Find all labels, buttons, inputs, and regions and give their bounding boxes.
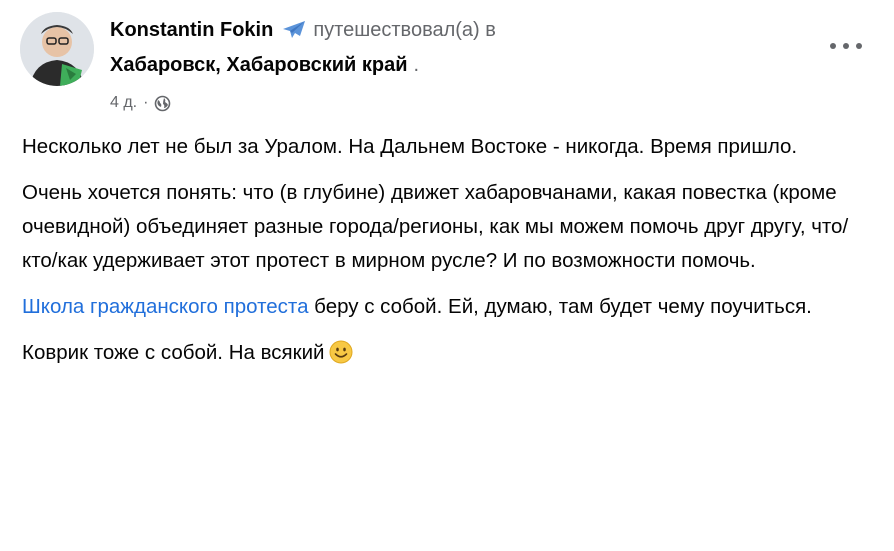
more-options-button[interactable] (826, 34, 866, 58)
airplane-icon (281, 19, 307, 41)
post-card: Konstantin Fokin путешествовал(а) в Хаба… (0, 0, 894, 551)
meta-separator: · (143, 94, 149, 111)
more-options-icon (829, 42, 863, 50)
post-meta: 4 д. · (110, 90, 171, 116)
post-paragraph-4: Коврик тоже с собой. На всякий (22, 336, 872, 370)
author-avatar[interactable] (20, 12, 94, 86)
post-timestamp[interactable]: 4 д. (110, 94, 137, 112)
post-paragraph-3-text: беру с собой. Ей, думаю, там будет чему … (308, 295, 812, 318)
location-link[interactable]: Хабаровск, Хабаровский край (110, 54, 408, 77)
post-paragraph-4-text: Коврик тоже с собой. На всякий (22, 341, 325, 364)
post-paragraph-2: Очень хочется понять: что (в глубине) дв… (22, 181, 849, 272)
post-header-line: Konstantin Fokin путешествовал(а) в (110, 14, 496, 46)
activity-text: путешествовал(а) в (313, 18, 496, 41)
school-of-civic-protest-link[interactable]: Школа гражданского протеста (22, 295, 308, 318)
location-suffix: . (413, 53, 420, 76)
globe-icon[interactable] (154, 95, 171, 112)
author-name-link[interactable]: Konstantin Fokin (110, 19, 273, 42)
location-line: Хабаровск, Хабаровский край . (110, 50, 419, 80)
smile-emoji-icon (329, 340, 353, 364)
post-paragraph-3: Школа гражданского протеста беру с собой… (22, 290, 872, 324)
post-body: Несколько лет не был за Уралом. На Дальн… (22, 130, 872, 382)
post-paragraph-1: Несколько лет не был за Уралом. На Дальн… (22, 135, 798, 158)
